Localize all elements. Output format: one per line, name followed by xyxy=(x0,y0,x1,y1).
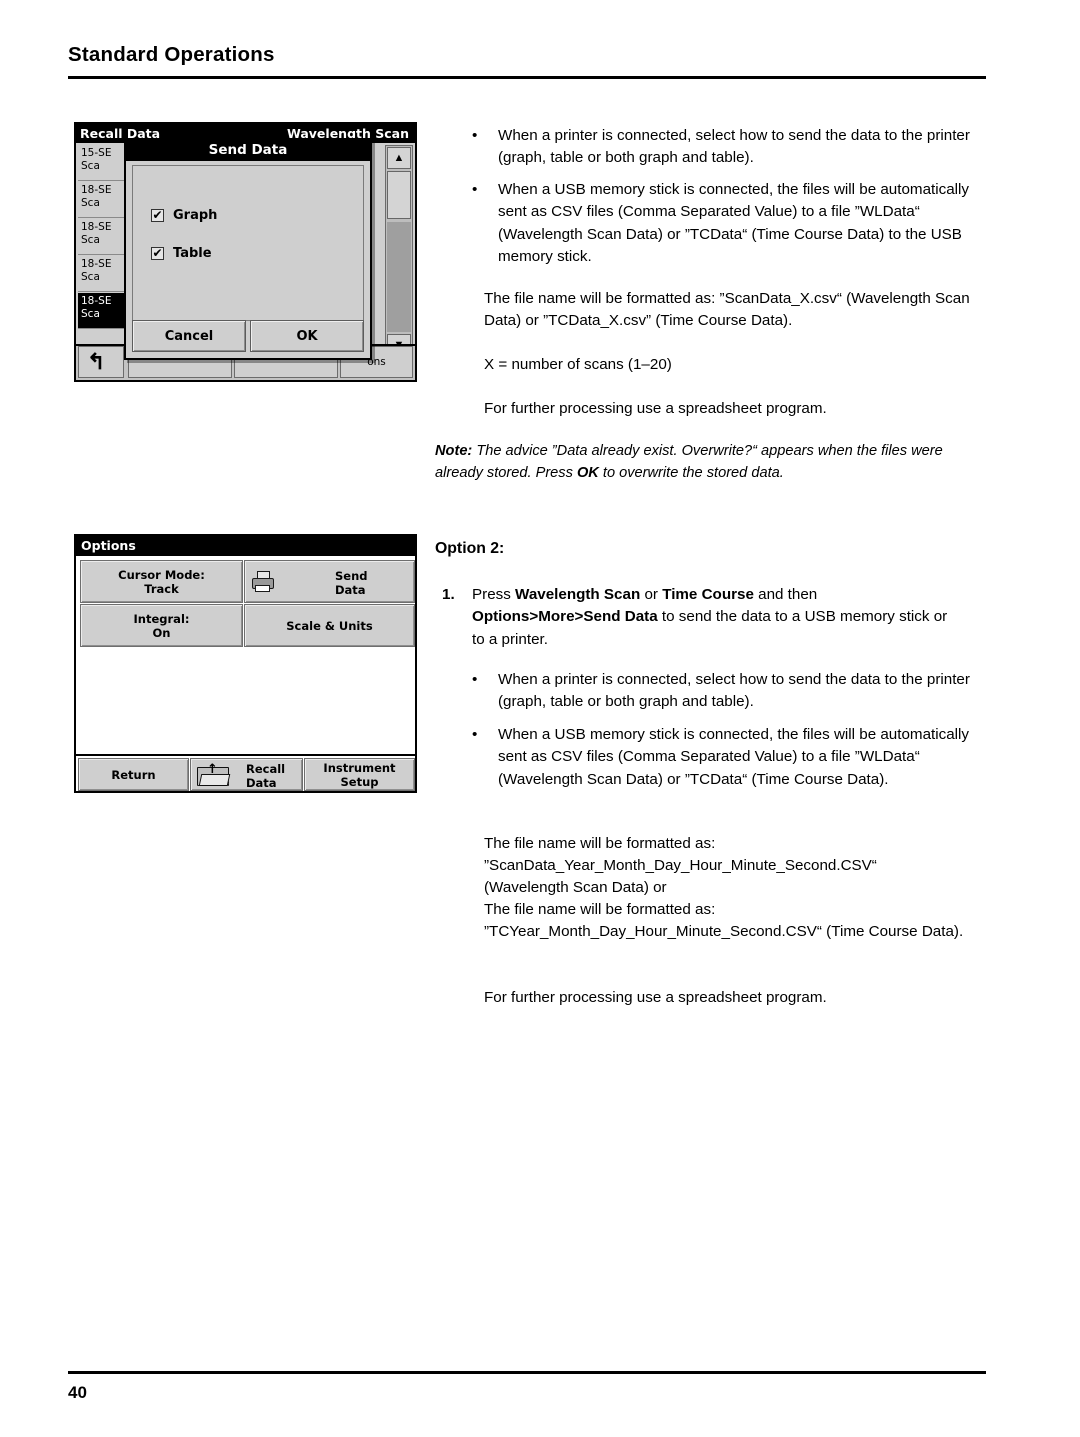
note-block: Note: The advice ”Data already exist. Ov… xyxy=(435,441,983,484)
scrollbar-track[interactable] xyxy=(387,222,411,332)
option1-bullet-1-text: When a printer is connected, select how … xyxy=(498,127,970,167)
ok-button[interactable]: OK xyxy=(250,320,364,352)
option1-paragraph-2: X = number of scans (1–20) xyxy=(484,356,672,373)
options-empty-area xyxy=(80,648,415,753)
bullet-icon: • xyxy=(472,726,478,743)
options-bottom-divider xyxy=(76,754,415,756)
option2-paragraph-2-line1: The file name will be formatted as: xyxy=(484,901,716,918)
button-scale-units-label: Scale & Units xyxy=(286,618,373,633)
button-cursor-mode-line1: Cursor Mode: xyxy=(118,567,205,582)
screenshot-recall-data: Recall Data Wavelength Scan 15-SE Sca 18… xyxy=(74,122,417,382)
footer-divider xyxy=(68,1371,986,1374)
option2-paragraph-3: For further processing use a spreadsheet… xyxy=(484,989,827,1006)
button-recall-data[interactable]: ↑ Recall Data xyxy=(190,758,303,791)
folder-open-icon: ↑ xyxy=(197,763,231,788)
header-divider xyxy=(68,76,986,79)
button-send-data[interactable]: Send Data xyxy=(244,560,415,603)
bullet-icon: • xyxy=(472,671,478,688)
option1-bullet-2-text: When a USB memory stick is connected, th… xyxy=(498,181,969,266)
checkbox-graph[interactable]: ✔ xyxy=(151,209,164,222)
bullet-icon: • xyxy=(472,181,478,198)
button-instrument-setup-line1: Instrument xyxy=(323,760,396,775)
step-text: Press Wavelength Scan or Time Course and… xyxy=(472,584,962,651)
back-button[interactable]: ↰ xyxy=(78,346,124,378)
option1-bullet-1: • When a printer is connected, select ho… xyxy=(472,125,992,170)
button-scale-units[interactable]: Scale & Units xyxy=(244,604,415,647)
checkbox-graph-row[interactable]: ✔ Graph xyxy=(151,208,217,223)
step-bold-options-path: Options>More>Send Data xyxy=(472,608,658,626)
button-send-data-line2: Data xyxy=(335,583,366,597)
step-number: 1. xyxy=(442,586,455,603)
button-cursor-mode[interactable]: Cursor Mode: Track xyxy=(80,560,243,603)
checkbox-graph-label: Graph xyxy=(173,208,218,223)
button-integral[interactable]: Integral: On xyxy=(80,604,243,647)
step-text-c: and then xyxy=(753,586,818,603)
step-text-a: Press xyxy=(472,586,516,603)
button-return-label: Return xyxy=(111,767,156,782)
screenshot-options: Options Cursor Mode: Track Send Data Int… xyxy=(74,534,417,793)
button-integral-line1: Integral: xyxy=(133,611,190,626)
page-header-title: Standard Operations xyxy=(68,43,275,66)
button-instrument-setup-line2: Setup xyxy=(340,774,379,789)
option1-paragraph-3: For further processing use a spreadsheet… xyxy=(484,400,827,417)
button-return[interactable]: Return xyxy=(78,758,189,791)
document-page: Standard Operations Recall Data Waveleng… xyxy=(0,0,1080,1437)
step-bold-time-course: Time Course xyxy=(662,586,754,603)
options-titlebar: Options xyxy=(76,536,415,556)
option2-heading: Option 2: xyxy=(435,540,505,557)
button-recall-data-line1: Recall xyxy=(246,762,286,776)
bullet-icon: • xyxy=(472,127,478,144)
checkbox-table-row[interactable]: ✔ Table xyxy=(151,246,212,261)
button-instrument-setup[interactable]: Instrument Setup xyxy=(304,758,415,791)
option2-paragraph-1-line1: The file name will be formatted as: xyxy=(484,835,716,852)
checkbox-table[interactable]: ✔ xyxy=(151,247,164,260)
send-data-dialog: Send Data ✔ Graph ✔ Table Cancel OK xyxy=(124,138,372,360)
send-data-dialog-body: ✔ Graph ✔ Table xyxy=(132,165,364,321)
scroll-up-icon[interactable]: ▲ xyxy=(387,147,411,169)
option2-bullet-1-text: When a printer is connected, select how … xyxy=(498,671,970,711)
option2-bullet-1: • When a printer is connected, select ho… xyxy=(472,669,992,714)
checkbox-table-label: Table xyxy=(173,246,212,261)
cancel-button[interactable]: Cancel xyxy=(132,320,246,352)
note-ok-bold: OK xyxy=(576,464,599,481)
page-number: 40 xyxy=(68,1383,87,1402)
option1-paragraph-1: The file name will be formatted as: ”Sca… xyxy=(484,290,970,330)
note-text-2: to overwrite the stored data. xyxy=(598,464,784,481)
button-cursor-mode-line2: Track xyxy=(144,581,179,596)
scrollbar-thumb[interactable] xyxy=(387,171,411,219)
button-recall-data-line2: Data xyxy=(246,776,277,790)
step-bold-wavelength-scan: Wavelength Scan xyxy=(515,586,641,603)
button-send-data-line1: Send xyxy=(335,569,368,583)
option1-bullet-2: • When a USB memory stick is connected, … xyxy=(472,179,992,269)
option2-step-1: 1. Press Wavelength Scan or Time Course … xyxy=(442,584,982,651)
scrollbar[interactable]: ▲ ▼ xyxy=(385,145,413,358)
note-label: Note: xyxy=(435,443,473,459)
send-data-dialog-title: Send Data xyxy=(126,140,370,161)
step-text-b: or xyxy=(640,586,663,603)
option2-paragraph-1-line2: ”ScanData_Year_Month_Day_Hour_Minute_Sec… xyxy=(484,857,877,874)
printer-icon xyxy=(252,571,278,593)
option2-paragraph-1-line3: (Wavelength Scan Data) or xyxy=(484,879,667,896)
option2-bullet-2-text: When a USB memory stick is connected, th… xyxy=(498,726,969,788)
option2-bullet-2: • When a USB memory stick is connected, … xyxy=(472,724,992,791)
back-arrow-icon: ↰ xyxy=(87,349,106,374)
option2-paragraph-2-line2: ”TCYear_Month_Day_Hour_Minute_Second.CSV… xyxy=(484,923,964,940)
button-integral-line2: On xyxy=(152,625,171,640)
